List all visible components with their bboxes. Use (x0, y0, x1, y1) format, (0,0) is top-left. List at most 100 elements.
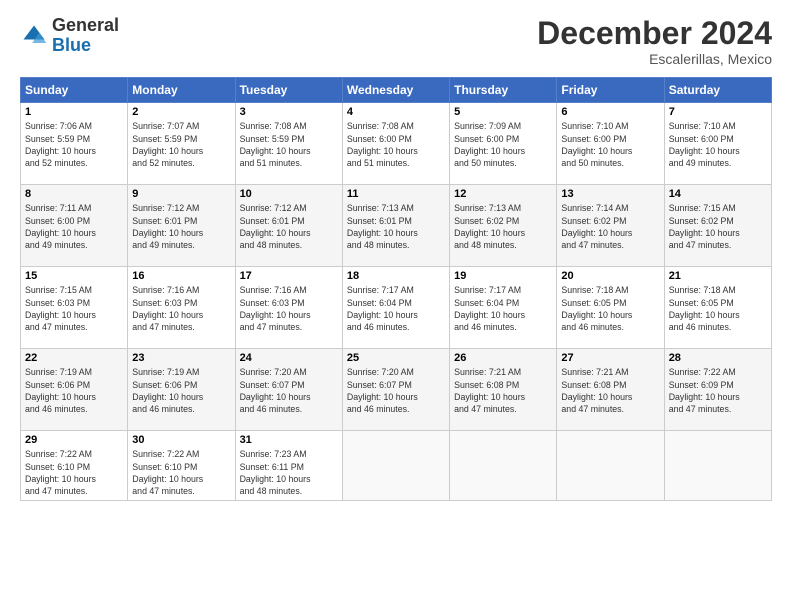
table-row: 27 Sunrise: 7:21 AM Sunset: 6:08 PM Dayli… (557, 349, 664, 431)
day-info: Sunrise: 7:12 AM Sunset: 6:01 PM Dayligh… (240, 202, 338, 251)
day-info: Sunrise: 7:12 AM Sunset: 6:01 PM Dayligh… (132, 202, 230, 251)
day-info: Sunrise: 7:06 AM Sunset: 5:59 PM Dayligh… (25, 120, 123, 169)
day-info: Sunrise: 7:19 AM Sunset: 6:06 PM Dayligh… (25, 366, 123, 415)
col-monday: Monday (128, 78, 235, 103)
day-info: Sunrise: 7:15 AM Sunset: 6:02 PM Dayligh… (669, 202, 767, 251)
logo-general: General (52, 15, 119, 35)
day-info: Sunrise: 7:08 AM Sunset: 5:59 PM Dayligh… (240, 120, 338, 169)
day-number: 22 (25, 352, 123, 364)
day-number: 23 (132, 352, 230, 364)
day-number: 12 (454, 188, 552, 200)
day-number: 4 (347, 106, 445, 118)
day-info: Sunrise: 7:10 AM Sunset: 6:00 PM Dayligh… (669, 120, 767, 169)
day-info: Sunrise: 7:16 AM Sunset: 6:03 PM Dayligh… (132, 284, 230, 333)
day-number: 25 (347, 352, 445, 364)
day-info: Sunrise: 7:21 AM Sunset: 6:08 PM Dayligh… (561, 366, 659, 415)
day-info: Sunrise: 7:18 AM Sunset: 6:05 PM Dayligh… (561, 284, 659, 333)
day-number: 29 (25, 434, 123, 446)
day-info: Sunrise: 7:23 AM Sunset: 6:11 PM Dayligh… (240, 448, 338, 497)
table-row: 28Sunrise: 7:22 AM Sunset: 6:09 PM Dayli… (664, 349, 771, 431)
day-info: Sunrise: 7:17 AM Sunset: 6:04 PM Dayligh… (454, 284, 552, 333)
col-thursday: Thursday (450, 78, 557, 103)
table-row: 8Sunrise: 7:11 AM Sunset: 6:00 PM Daylig… (21, 185, 128, 267)
day-number: 24 (240, 352, 338, 364)
table-row: 6Sunrise: 7:10 AM Sunset: 6:00 PM Daylig… (557, 103, 664, 185)
day-number: 9 (132, 188, 230, 200)
table-row: 22 Sunrise: 7:19 AM Sunset: 6:06 PM Dayli… (21, 349, 128, 431)
table-row: 19 Sunrise: 7:17 AM Sunset: 6:04 PM Dayli… (450, 267, 557, 349)
table-row (450, 431, 557, 501)
table-row: 30 Sunrise: 7:22 AM Sunset: 6:10 PM Dayli… (128, 431, 235, 501)
table-row (557, 431, 664, 501)
day-number: 30 (132, 434, 230, 446)
table-row: 2Sunrise: 7:07 AM Sunset: 5:59 PM Daylig… (128, 103, 235, 185)
table-row: 20 Sunrise: 7:18 AM Sunset: 6:05 PM Dayli… (557, 267, 664, 349)
day-info: Sunrise: 7:22 AM Sunset: 6:10 PM Dayligh… (25, 448, 123, 497)
table-row: 9 Sunrise: 7:12 AM Sunset: 6:01 PM Daylig… (128, 185, 235, 267)
day-info: Sunrise: 7:09 AM Sunset: 6:00 PM Dayligh… (454, 120, 552, 169)
logo-text: General Blue (52, 16, 119, 56)
col-wednesday: Wednesday (342, 78, 449, 103)
day-number: 19 (454, 270, 552, 282)
calendar-header-row: Sunday Monday Tuesday Wednesday Thursday… (21, 78, 772, 103)
day-number: 10 (240, 188, 338, 200)
table-row: 18Sunrise: 7:17 AM Sunset: 6:04 PM Dayli… (342, 267, 449, 349)
day-number: 8 (25, 188, 123, 200)
day-number: 17 (240, 270, 338, 282)
table-row: 3 Sunrise: 7:08 AM Sunset: 5:59 PM Daylig… (235, 103, 342, 185)
location: Escalerillas, Mexico (537, 51, 772, 67)
table-row: 24Sunrise: 7:20 AM Sunset: 6:07 PM Dayli… (235, 349, 342, 431)
table-row: 10 Sunrise: 7:12 AM Sunset: 6:01 PM Dayli… (235, 185, 342, 267)
table-row: 11 Sunrise: 7:13 AM Sunset: 6:01 PM Dayli… (342, 185, 449, 267)
table-row: 21 Sunrise: 7:18 AM Sunset: 6:05 PM Dayli… (664, 267, 771, 349)
day-info: Sunrise: 7:21 AM Sunset: 6:08 PM Dayligh… (454, 366, 552, 415)
day-number: 5 (454, 106, 552, 118)
table-row: 13 Sunrise: 7:14 AM Sunset: 6:02 PM Dayli… (557, 185, 664, 267)
col-sunday: Sunday (21, 78, 128, 103)
day-number: 16 (132, 270, 230, 282)
day-info: Sunrise: 7:20 AM Sunset: 6:07 PM Dayligh… (347, 366, 445, 415)
table-row: 29 Sunrise: 7:22 AM Sunset: 6:10 PM Dayli… (21, 431, 128, 501)
day-number: 3 (240, 106, 338, 118)
page: General Blue December 2024 Escalerillas,… (0, 0, 792, 612)
day-number: 2 (132, 106, 230, 118)
logo: General Blue (20, 16, 119, 56)
day-number: 27 (561, 352, 659, 364)
day-number: 13 (561, 188, 659, 200)
day-info: Sunrise: 7:22 AM Sunset: 6:09 PM Dayligh… (669, 366, 767, 415)
header: General Blue December 2024 Escalerillas,… (20, 16, 772, 67)
day-info: Sunrise: 7:22 AM Sunset: 6:10 PM Dayligh… (132, 448, 230, 497)
day-info: Sunrise: 7:19 AM Sunset: 6:06 PM Dayligh… (132, 366, 230, 415)
calendar: Sunday Monday Tuesday Wednesday Thursday… (20, 77, 772, 501)
day-number: 1 (25, 106, 123, 118)
day-info: Sunrise: 7:16 AM Sunset: 6:03 PM Dayligh… (240, 284, 338, 333)
day-info: Sunrise: 7:13 AM Sunset: 6:02 PM Dayligh… (454, 202, 552, 251)
day-number: 7 (669, 106, 767, 118)
col-friday: Friday (557, 78, 664, 103)
logo-icon (20, 22, 48, 50)
table-row: 17 Sunrise: 7:16 AM Sunset: 6:03 PM Dayli… (235, 267, 342, 349)
day-info: Sunrise: 7:18 AM Sunset: 6:05 PM Dayligh… (669, 284, 767, 333)
table-row (664, 431, 771, 501)
day-info: Sunrise: 7:13 AM Sunset: 6:01 PM Dayligh… (347, 202, 445, 251)
month-title: December 2024 (537, 16, 772, 51)
day-info: Sunrise: 7:14 AM Sunset: 6:02 PM Dayligh… (561, 202, 659, 251)
table-row: 12 Sunrise: 7:13 AM Sunset: 6:02 PM Dayli… (450, 185, 557, 267)
day-info: Sunrise: 7:08 AM Sunset: 6:00 PM Dayligh… (347, 120, 445, 169)
table-row: 1 Sunrise: 7:06 AM Sunset: 5:59 PM Daylig… (21, 103, 128, 185)
table-row: 5 Sunrise: 7:09 AM Sunset: 6:00 PM Daylig… (450, 103, 557, 185)
table-row (342, 431, 449, 501)
day-number: 11 (347, 188, 445, 200)
col-tuesday: Tuesday (235, 78, 342, 103)
table-row: 7 Sunrise: 7:10 AM Sunset: 6:00 PM Daylig… (664, 103, 771, 185)
table-row: 25 Sunrise: 7:20 AM Sunset: 6:07 PM Dayli… (342, 349, 449, 431)
col-saturday: Saturday (664, 78, 771, 103)
table-row: 26Sunrise: 7:21 AM Sunset: 6:08 PM Dayli… (450, 349, 557, 431)
logo-blue: Blue (52, 35, 91, 55)
day-number: 20 (561, 270, 659, 282)
day-info: Sunrise: 7:15 AM Sunset: 6:03 PM Dayligh… (25, 284, 123, 333)
day-number: 21 (669, 270, 767, 282)
day-number: 14 (669, 188, 767, 200)
table-row: 15Sunrise: 7:15 AM Sunset: 6:03 PM Dayli… (21, 267, 128, 349)
table-row: 4 Sunrise: 7:08 AM Sunset: 6:00 PM Daylig… (342, 103, 449, 185)
